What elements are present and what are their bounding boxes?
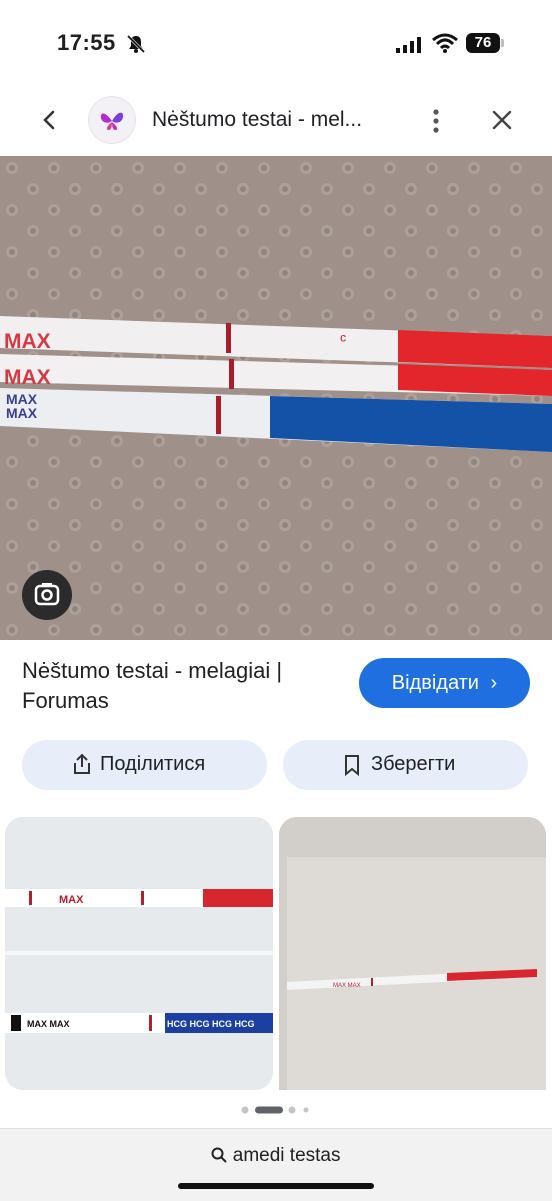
related-2-strip-label: MAX MAX xyxy=(333,983,361,989)
close-icon[interactable] xyxy=(490,108,514,132)
share-button[interactable]: Поділитися xyxy=(22,740,267,790)
share-icon xyxy=(74,753,90,774)
search-query-text: amedi testas xyxy=(232,1145,341,1166)
search-query[interactable]: amedi testas xyxy=(0,1145,552,1167)
bottom-search-bar[interactable]: amedi testas xyxy=(0,1128,552,1201)
butterfly-logo-icon xyxy=(100,112,124,130)
chevron-right-icon: › xyxy=(490,672,498,694)
visit-label: Відвідати xyxy=(391,672,479,694)
save-label: Зберегти xyxy=(371,753,456,775)
related-1-strip-a-label: MAX xyxy=(59,894,84,906)
main-image[interactable]: ᶜ MAX MAX MAX MAX xyxy=(0,156,552,640)
save-button[interactable]: Зберегти xyxy=(283,740,528,790)
result-title[interactable]: Nėštumo testai - melagiai | Forumas xyxy=(22,656,342,716)
related-1-hcg-text: HCG HCG HCG HCG xyxy=(167,1019,255,1029)
page-title-truncated: Nėštumo testai - mel... xyxy=(152,108,363,131)
strip-2-label: MAX xyxy=(4,366,51,389)
bookmark-icon xyxy=(345,755,359,776)
visit-button[interactable]: Відвідати › xyxy=(359,658,530,708)
related-image-1[interactable]: MAX HCG HCG HCG HCG MAX MAX xyxy=(5,817,273,1090)
related-image-2[interactable]: MAX MAX xyxy=(279,817,546,1090)
svg-text:ᶜ: ᶜ xyxy=(340,330,346,350)
more-options-icon[interactable] xyxy=(426,108,446,134)
bell-muted-icon xyxy=(126,34,146,54)
google-lens-button[interactable] xyxy=(22,570,72,620)
back-arrow-icon[interactable] xyxy=(38,108,62,132)
related-photo-2: MAX MAX xyxy=(279,817,546,1090)
status-bar: 17:55 76 xyxy=(0,0,552,90)
share-label: Поділитися xyxy=(100,753,206,775)
site-favicon xyxy=(88,96,136,144)
strip-1-label: MAX xyxy=(4,330,51,353)
strip-3-label-b: MAX xyxy=(6,405,38,421)
related-photo-1: MAX HCG HCG HCG HCG MAX MAX xyxy=(5,817,273,1090)
related-1-strip-b-label: MAX MAX xyxy=(27,1019,70,1029)
battery-indicator: 76 xyxy=(466,33,500,53)
battery-tip xyxy=(501,39,504,47)
top-bar: Nėštumo testai - mel... xyxy=(0,90,552,156)
search-icon xyxy=(211,1147,228,1163)
wifi-icon xyxy=(432,33,458,53)
home-indicator xyxy=(178,1183,374,1189)
lens-icon xyxy=(34,583,60,606)
carousel-indicator xyxy=(241,1106,309,1114)
status-time: 17:55 xyxy=(57,30,116,55)
pregnancy-tests-photo: ᶜ MAX MAX MAX MAX xyxy=(0,156,552,640)
cellular-signal-icon xyxy=(396,37,421,53)
